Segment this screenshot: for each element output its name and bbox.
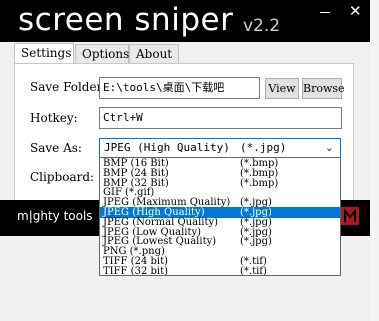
title-bar: screen sniper v2.2 ✕ <box>0 0 370 42</box>
save-as-dropdown-list: BMP (16 Bit) (*.bmp) BMP (24 Bit) (*.bmp) BM… <box>99 157 341 276</box>
tab-about[interactable]: About <box>129 44 179 63</box>
save-as-selected-value: JPEG (High Quality) <box>104 141 230 154</box>
app-version: v2.2 <box>243 16 281 36</box>
save-as-selected-ext: (*.jpg) <box>240 141 287 154</box>
view-button[interactable]: View <box>265 78 299 99</box>
tab-options[interactable]: Options <box>75 44 129 63</box>
hotkey-label: Hotkey: <box>30 111 78 125</box>
tab-settings[interactable]: Settings <box>14 43 74 64</box>
dropdown-option-ext: (*.tif) <box>240 265 267 276</box>
hotkey-field[interactable]: Ctrl+W <box>99 107 342 129</box>
mighty-tools-logo-icon <box>341 207 359 225</box>
footer-brand: m|ghty tools <box>17 209 93 223</box>
minimize-icon <box>320 12 330 13</box>
chevron-down-icon: ⌄ <box>324 141 334 154</box>
save-folder-label: Save Folder <box>30 80 103 94</box>
close-icon: ✕ <box>349 2 362 20</box>
clipboard-label: Clipboard: <box>30 170 95 184</box>
save-as-label: Save As: <box>30 141 82 155</box>
save-as-select[interactable]: JPEG (High Quality) (*.jpg) ⌄ <box>99 138 341 158</box>
dropdown-option-name: TIFF (32 bit) <box>103 265 168 276</box>
browse-button[interactable]: Browse <box>302 78 345 99</box>
minimize-button[interactable] <box>312 0 338 22</box>
app-title: screen sniper <box>18 2 234 38</box>
close-button[interactable]: ✕ <box>340 0 370 22</box>
save-folder-field[interactable]: E:\tools\桌面\下载吧 <box>99 77 260 99</box>
logo-mark-icon <box>344 209 356 222</box>
dropdown-option[interactable]: TIFF (32 bit) (*.tif) <box>100 265 340 276</box>
app-window: screen sniper v2.2 ✕ Settings Options Ab… <box>0 0 370 321</box>
